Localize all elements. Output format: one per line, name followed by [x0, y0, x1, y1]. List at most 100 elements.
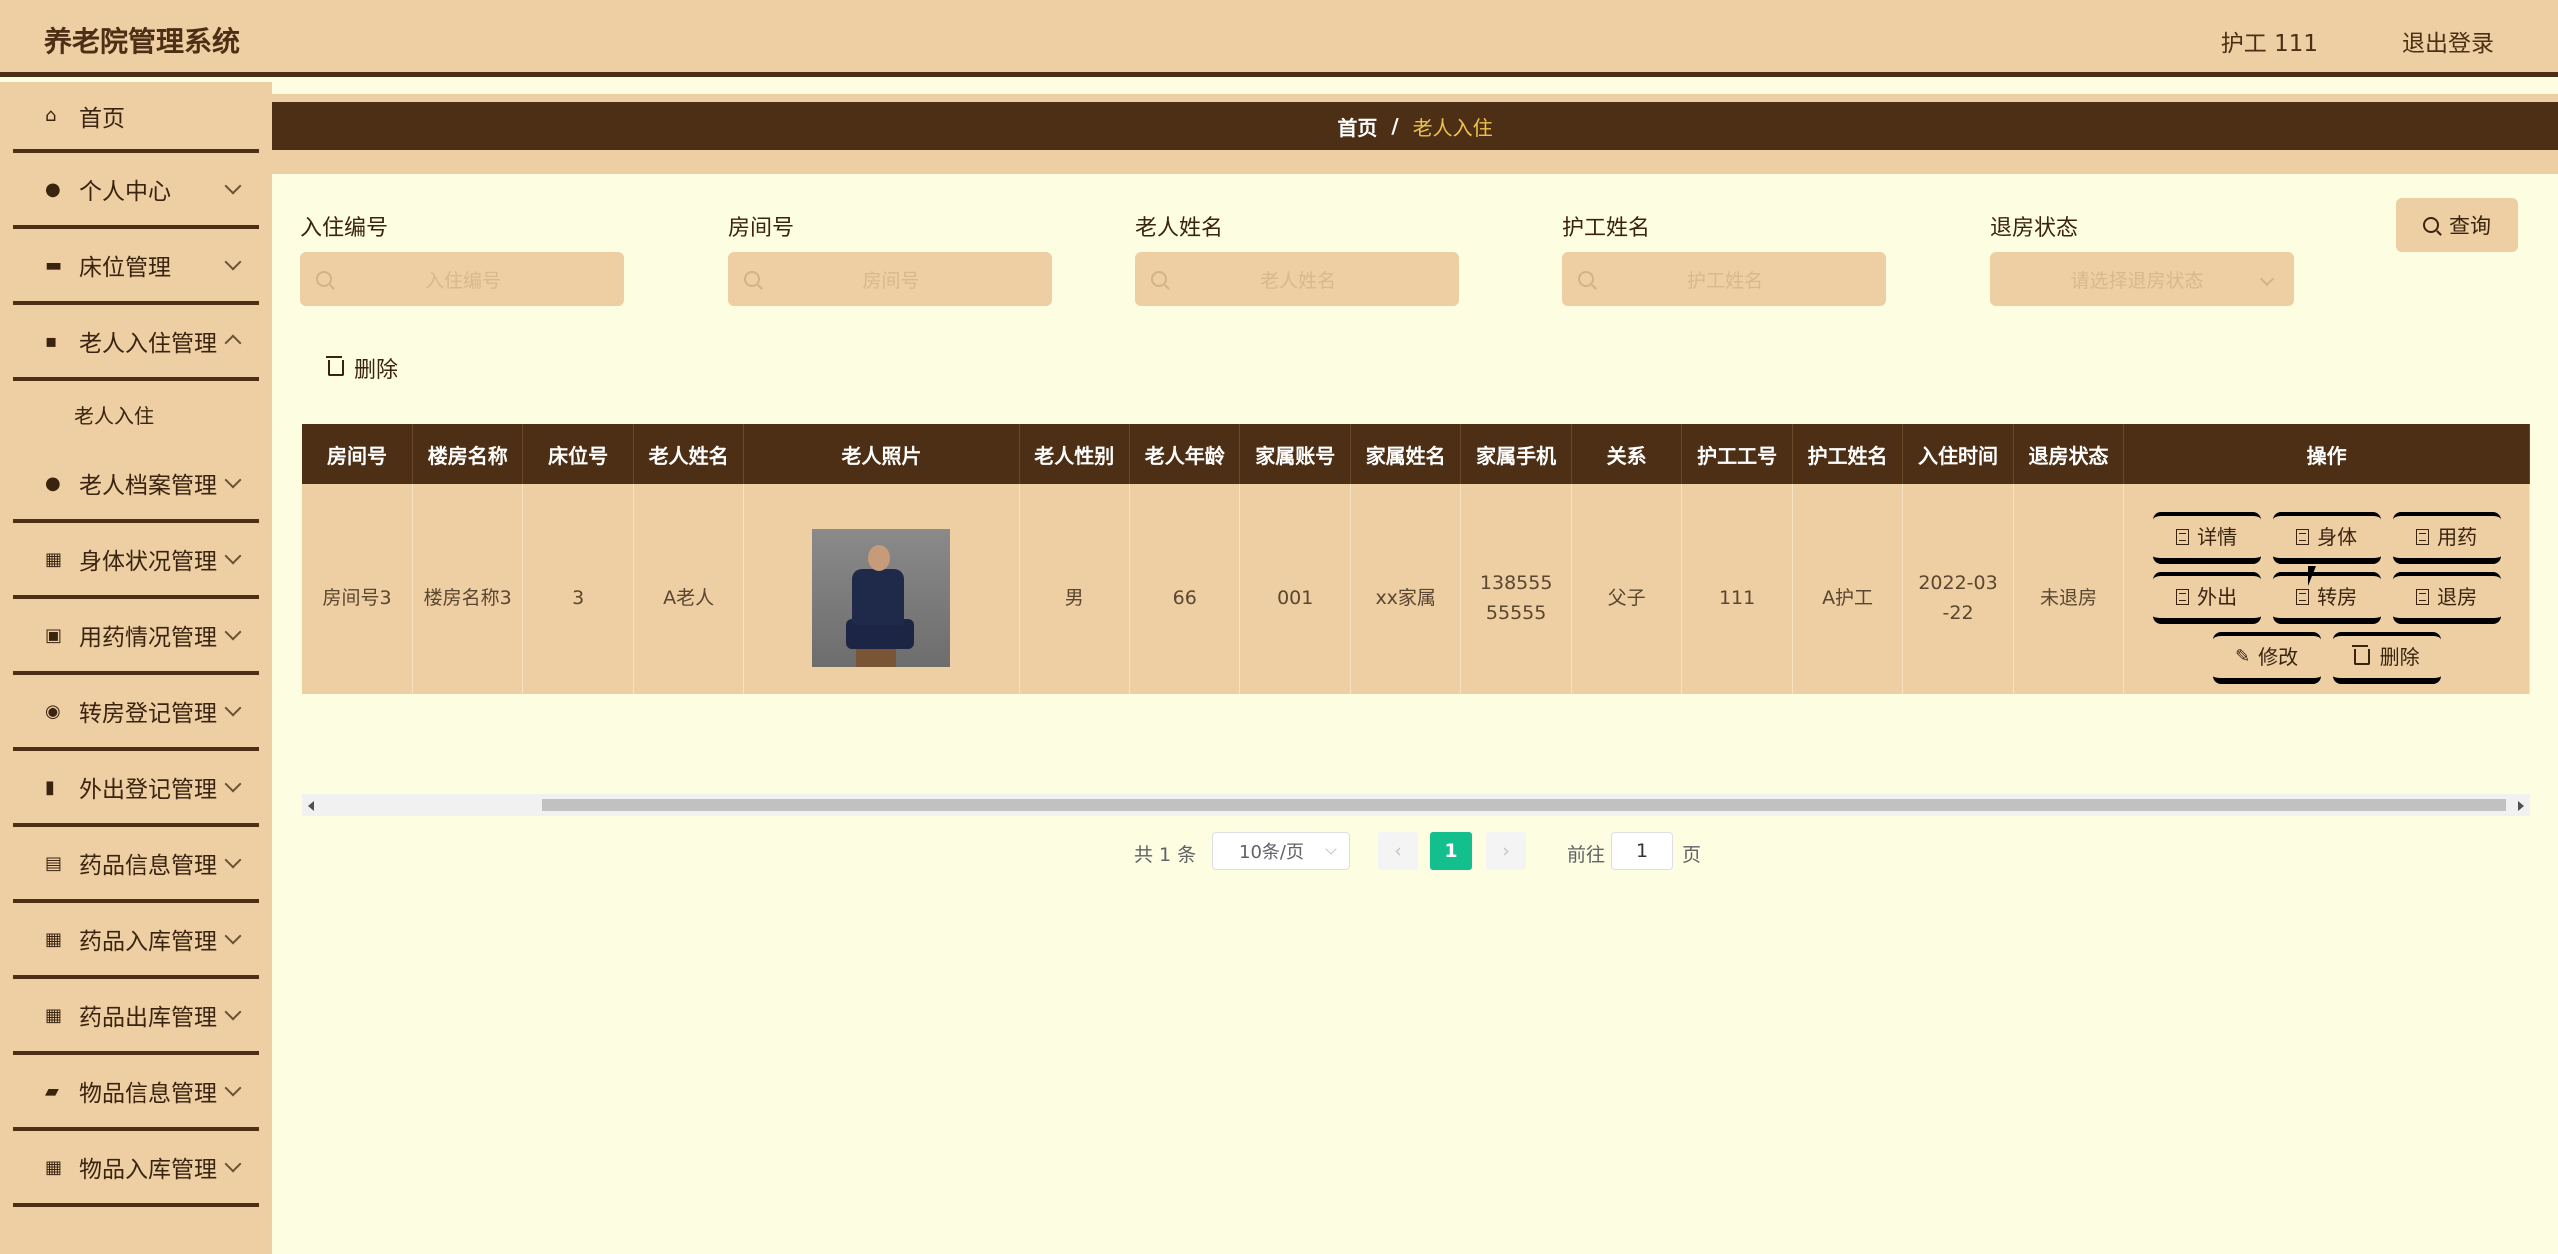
chevron-down-icon: [224, 699, 242, 717]
cell-age: 66: [1129, 484, 1241, 694]
health-button[interactable]: 身体: [2272, 512, 2381, 564]
checkout-button[interactable]: 退房: [2392, 572, 2501, 624]
cell-bed: 3: [522, 484, 634, 694]
document-icon: [2176, 529, 2190, 545]
sidebar-item-medication-management[interactable]: ▣ 用药情况管理: [13, 599, 259, 675]
batch-delete-label: 删除: [354, 358, 399, 383]
delete-row-button[interactable]: 删除: [2332, 632, 2441, 684]
checkout-status-placeholder: 请选择退房状态: [2070, 269, 2204, 292]
column-header[interactable]: 关系: [1571, 424, 1683, 484]
column-header[interactable]: 老人性别: [1019, 424, 1131, 484]
nurse-name-label: 护工姓名: [1562, 216, 1651, 241]
checkin-id-input[interactable]: 入住编号: [300, 252, 624, 306]
sidebar-item-home[interactable]: ⌂ 首页: [13, 82, 259, 153]
batch-delete-button[interactable]: 删除: [326, 352, 399, 384]
page-size-select[interactable]: 10条/页: [1212, 832, 1350, 870]
cell-checkin-time: 2022-03-22: [1902, 484, 2014, 694]
sidebar-item-goods-inbound[interactable]: ▦ 物品入库管理: [13, 1131, 259, 1207]
document-icon: [2296, 529, 2310, 545]
room-number-input[interactable]: 房间号: [728, 252, 1052, 306]
sidebar-item-drug-outbound[interactable]: ▦ 药品出库管理: [13, 979, 259, 1055]
sidebar-subitem-checkin[interactable]: 老人入住: [13, 381, 259, 447]
current-user-label: 护工 111: [2220, 31, 2318, 57]
sidebar-item-personal-center[interactable]: ● 个人中心: [13, 153, 259, 229]
sidebar-item-drug-inbound[interactable]: ▦ 药品入库管理: [13, 903, 259, 979]
mouse-cursor: [2308, 566, 2316, 586]
column-header[interactable]: 楼房名称: [412, 424, 524, 484]
query-button[interactable]: 查询: [2396, 198, 2518, 252]
column-header[interactable]: 入住时间: [1902, 424, 2014, 484]
chevron-down-icon: [224, 253, 242, 271]
search-icon: [1578, 271, 1594, 287]
elder-name-placeholder: 老人姓名: [1259, 269, 1336, 292]
elder-name-label: 老人姓名: [1135, 216, 1224, 241]
column-header[interactable]: 护工姓名: [1792, 424, 1904, 484]
edit-button[interactable]: ✎ 修改: [2212, 632, 2321, 684]
outing-button[interactable]: 外出: [2152, 572, 2261, 624]
cell-family-account: 001: [1239, 484, 1351, 694]
pagination-total: 共 1 条: [1134, 844, 1197, 866]
column-header[interactable]: 老人姓名: [633, 424, 745, 484]
table-row[interactable]: 房间号3 楼房名称3 3 A老人 男 66 001 xx家属 138555555…: [302, 484, 2530, 694]
cell-elder-name: A老人: [633, 484, 745, 694]
sidebar-item-archive-management[interactable]: ● 老人档案管理: [13, 447, 259, 523]
search-icon: [2423, 217, 2439, 233]
home-icon: ⌂: [45, 105, 57, 126]
scroll-right-icon[interactable]: [2518, 801, 2524, 811]
sidebar-item-drug-info[interactable]: ▤ 药品信息管理: [13, 827, 259, 903]
sidebar-item-health-management[interactable]: ▦ 身体状况管理: [13, 523, 259, 599]
transfer-room-button[interactable]: 转房: [2272, 572, 2381, 624]
breadcrumb: 首页 / 老人入住: [272, 102, 2558, 150]
cell-photo: [743, 484, 1020, 694]
column-header[interactable]: 家属手机: [1460, 424, 1572, 484]
checkin-id-placeholder: 入住编号: [424, 269, 501, 292]
column-header[interactable]: 老人照片: [743, 424, 1020, 484]
sidebar-item-label: 首页: [79, 105, 125, 132]
checkout-status-select[interactable]: 请选择退房状态: [1990, 252, 2294, 306]
page-number-current[interactable]: 1: [1430, 832, 1472, 870]
elder-photo[interactable]: [812, 529, 951, 667]
column-header[interactable]: 家属姓名: [1350, 424, 1462, 484]
sidebar-item-checkin-management[interactable]: ▪ 老人入住管理: [13, 305, 259, 381]
scrollbar-thumb[interactable]: [542, 799, 2506, 811]
room-number-placeholder: 房间号: [862, 269, 920, 292]
sidebar-item-bed-management[interactable]: ▬ 床位管理: [13, 229, 259, 305]
prev-page-button[interactable]: ‹: [1378, 832, 1418, 870]
transfer-room-label: 转房: [2317, 585, 2358, 609]
column-header[interactable]: 退房状态: [2013, 424, 2125, 484]
column-header[interactable]: 护工工号: [1681, 424, 1793, 484]
chevron-down-icon: [224, 547, 242, 565]
nurse-name-input[interactable]: 护工姓名: [1562, 252, 1886, 306]
column-header[interactable]: 家属账号: [1239, 424, 1351, 484]
wallet-icon: ▰: [45, 1080, 59, 1102]
cell-gender: 男: [1019, 484, 1131, 694]
column-header[interactable]: 老人年龄: [1129, 424, 1241, 484]
column-header[interactable]: 房间号: [302, 424, 413, 484]
app-title: 养老院管理系统: [44, 25, 241, 58]
sidebar-item-label: 物品入库管理: [79, 1157, 217, 1183]
scroll-left-icon[interactable]: [308, 801, 314, 811]
horizontal-scrollbar[interactable]: [302, 794, 2530, 816]
sidebar-item-outing[interactable]: ▮ 外出登记管理: [13, 751, 259, 827]
column-header[interactable]: 床位号: [522, 424, 634, 484]
sidebar-item-label: 床位管理: [79, 255, 171, 281]
sidebar-item-label: 药品出库管理: [79, 1005, 217, 1031]
breadcrumb-home[interactable]: 首页: [1337, 112, 1377, 141]
page-size-value: 10条/页: [1239, 842, 1304, 863]
details-button[interactable]: 详情: [2152, 512, 2261, 564]
sidebar: ⌂ 首页 ● 个人中心 ▬ 床位管理 ▪ 老人入住管理 老人入住 ● 老人档案管…: [0, 82, 272, 1254]
logout-link[interactable]: 退出登录: [2402, 24, 2494, 58]
goto-page-input[interactable]: 1: [1611, 832, 1673, 870]
sidebar-item-label: 外出登记管理: [79, 777, 217, 803]
clipboard-icon: ▣: [45, 624, 63, 646]
health-label: 身体: [2317, 525, 2358, 549]
sidebar-item-room-transfer[interactable]: ◉ 转房登记管理: [13, 675, 259, 751]
elder-name-input[interactable]: 老人姓名: [1135, 252, 1459, 306]
medication-button[interactable]: 用药: [2392, 512, 2501, 564]
breadcrumb-panel: 首页 / 老人入住: [272, 94, 2558, 174]
location-icon: ◉: [45, 700, 61, 722]
sidebar-item-goods-info[interactable]: ▰ 物品信息管理: [13, 1055, 259, 1131]
chevron-down-icon: [224, 851, 242, 869]
document-icon: [2296, 589, 2310, 605]
next-page-button[interactable]: ›: [1486, 832, 1526, 870]
